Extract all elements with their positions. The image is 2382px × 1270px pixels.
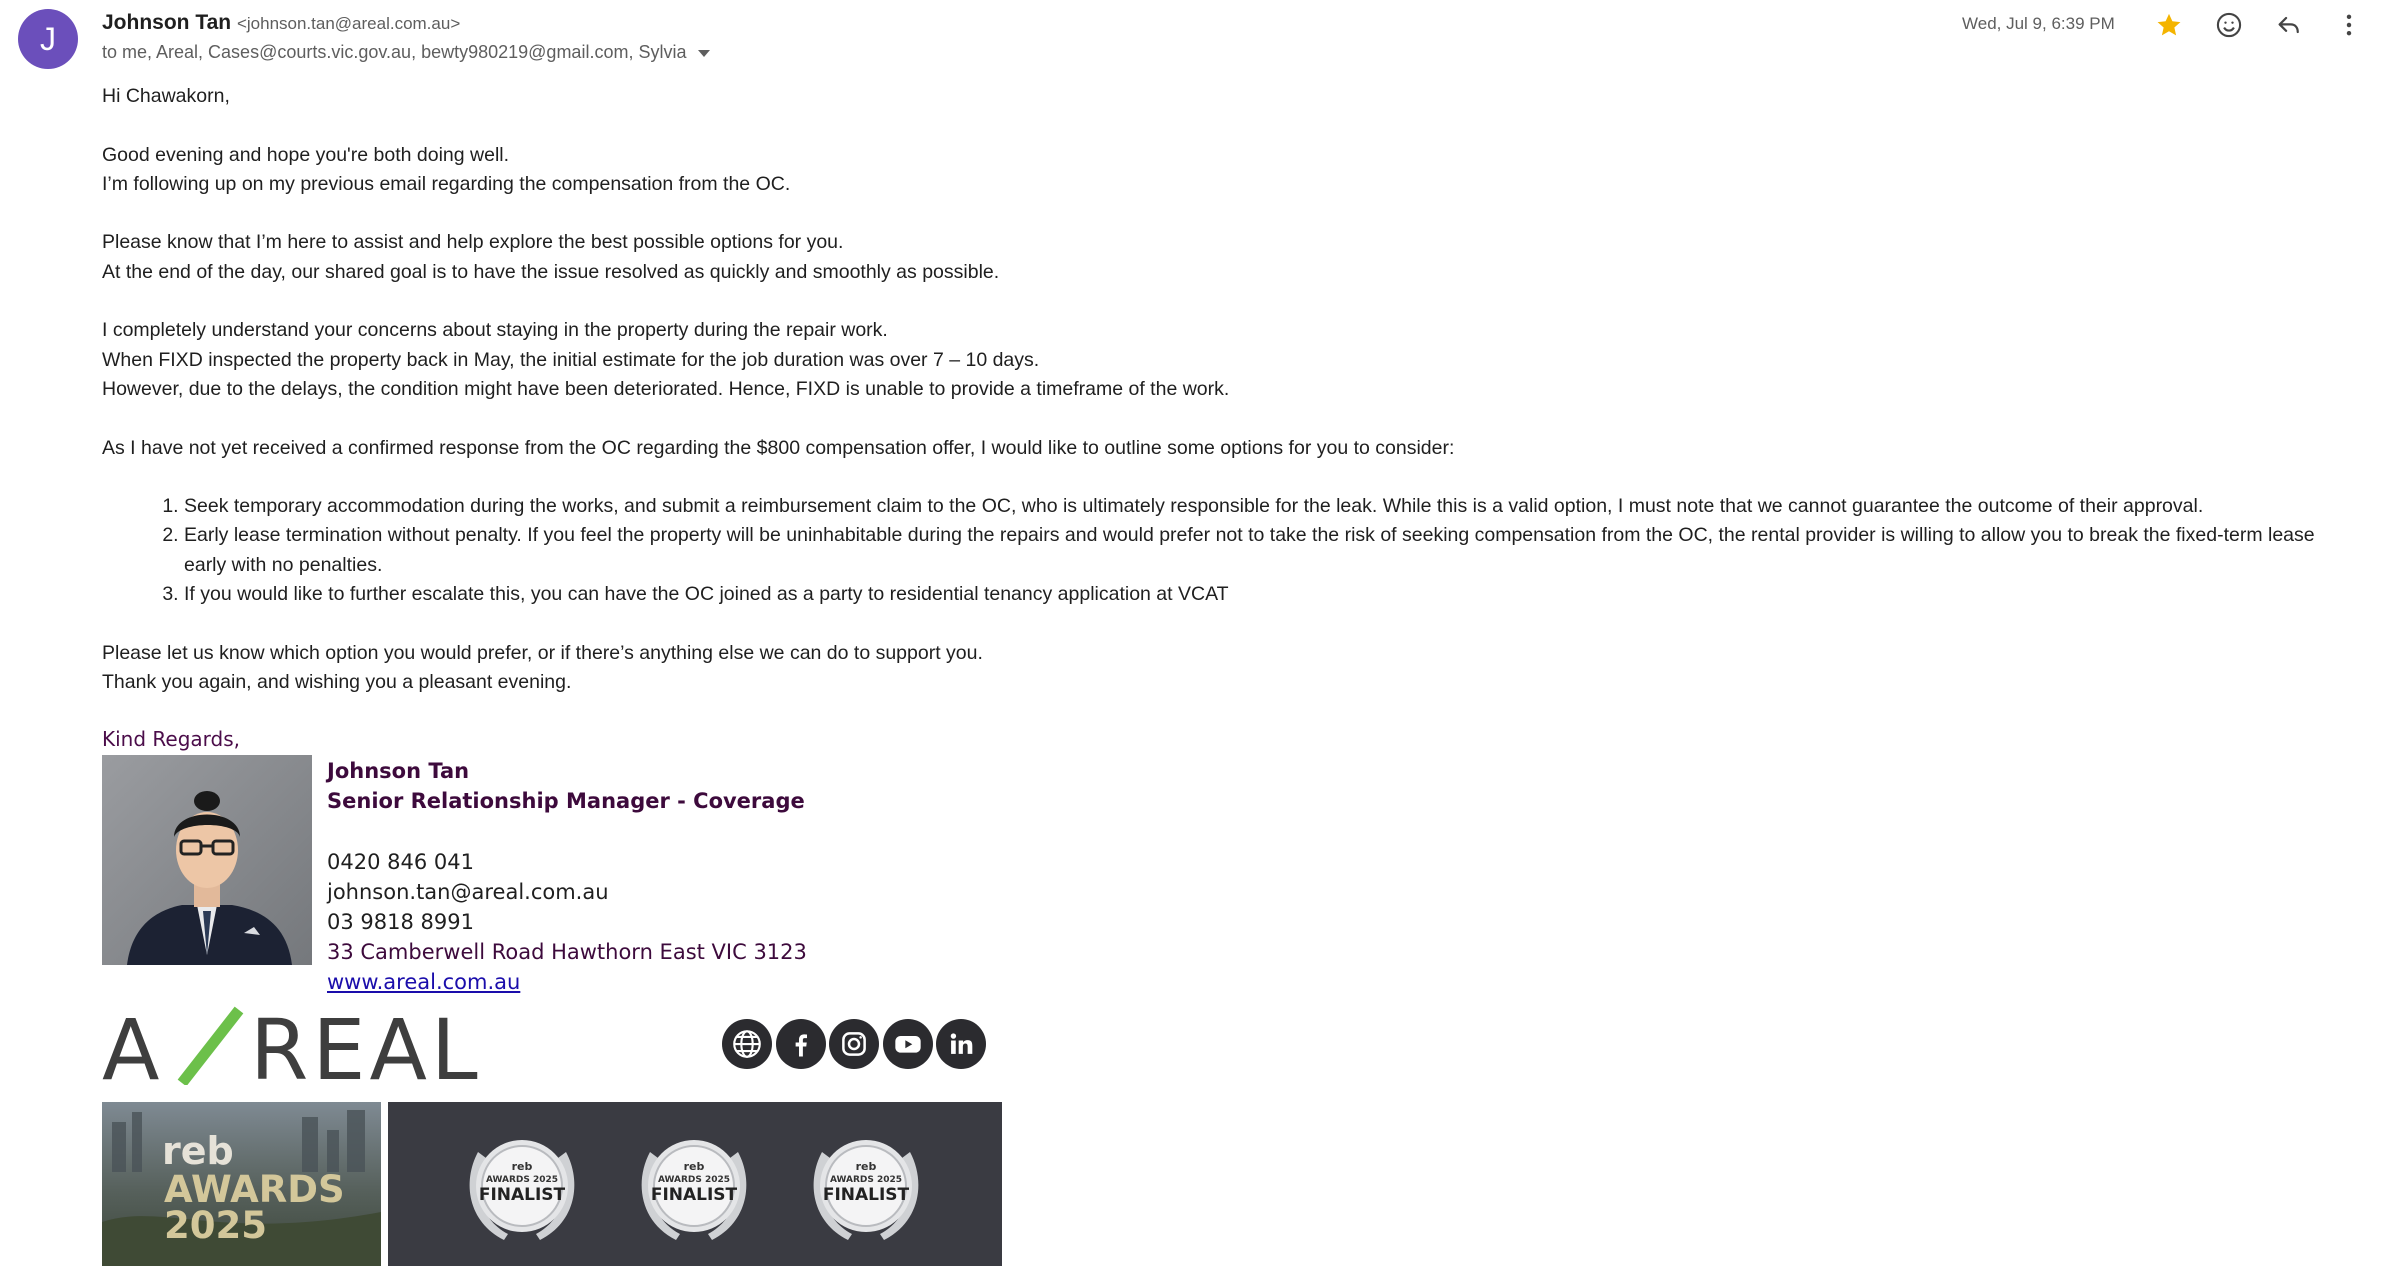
body-line: Good evening and hope you're both doing … [102, 143, 510, 166]
medal-text-finalist: FINALIST [823, 1185, 910, 1205]
medal-text-finalist: FINALIST [651, 1185, 738, 1205]
signature-details: Johnson Tan Senior Relationship Manager … [327, 756, 807, 998]
body-line: At the end of the day, our shared goal i… [102, 260, 1000, 283]
signature-mobile[interactable]: 0420 846 041 [327, 847, 807, 877]
signature-phone[interactable]: 03 9818 8991 [327, 907, 807, 937]
finalist-medal: reb AWARDS 2025 FINALIST [813, 1140, 919, 1240]
list-item: Seek temporary accommodation during the … [184, 492, 2362, 521]
medal-text-reb: reb [856, 1160, 877, 1173]
more-options-icon[interactable] [2332, 8, 2366, 42]
body-line: However, due to the delays, the conditio… [102, 377, 1230, 400]
medal-text-awards: AWARDS 2025 [658, 1175, 730, 1185]
signature-email[interactable]: johnson.tan@areal.com.au [327, 877, 807, 907]
body-line: Please know that I’m here to assist and … [102, 231, 844, 254]
sender-email: <johnson.tan@areal.com.au> [236, 14, 461, 33]
globe-icon[interactable] [722, 1019, 772, 1069]
body-line: As I have not yet received a confirmed r… [102, 436, 1455, 459]
medal-text-finalist: FINALIST [479, 1185, 566, 1205]
reb-awards-banner: reb AWARDS 2025 [102, 1102, 381, 1266]
body-line: I’m following up on my previous email re… [102, 172, 791, 195]
facebook-icon[interactable] [776, 1019, 826, 1069]
awards-text-reb: reb [162, 1129, 234, 1173]
recipients-text: to me, Areal, Cases@courts.vic.gov.au, b… [102, 42, 687, 62]
options-list: Seek temporary accommodation during the … [102, 492, 2362, 609]
greeting: Hi Chawakorn, [102, 85, 230, 107]
body-line: Please let us know which option you woul… [102, 641, 983, 664]
body-line: Thank you again, and wishing you a pleas… [102, 670, 572, 693]
linkedin-icon[interactable] [936, 1019, 986, 1069]
signature-address: 33 Camberwell Road Hawthorn East VIC 312… [327, 940, 807, 965]
youtube-icon[interactable] [883, 1019, 933, 1069]
message-date: Wed, Jul 9, 6:39 PM [1962, 14, 2115, 33]
logo-text-real: REAL [250, 1005, 482, 1085]
areal-logo: A REAL [102, 1005, 482, 1085]
signature-name: Johnson Tan [327, 759, 470, 783]
signature-regards: Kind Regards, [102, 727, 240, 751]
recipients-line[interactable]: to me, Areal, Cases@courts.vic.gov.au, b… [102, 42, 711, 63]
logo-text-a: A [102, 1005, 159, 1085]
signature-photo [102, 755, 312, 965]
emoji-reaction-icon[interactable] [2212, 8, 2246, 42]
body-line: When FIXD inspected the property back in… [102, 348, 1040, 371]
reply-icon[interactable] [2272, 8, 2306, 42]
finalist-medal: reb AWARDS 2025 FINALIST [469, 1140, 575, 1240]
finalist-medals-panel: reb AWARDS 2025 FINALIST reb AWARDS 2025… [388, 1102, 1002, 1266]
finalist-medal: reb AWARDS 2025 FINALIST [641, 1140, 747, 1240]
instagram-icon[interactable] [829, 1019, 879, 1069]
awards-text-year: 2025 [164, 1204, 267, 1247]
medal-text-awards: AWARDS 2025 [830, 1175, 902, 1185]
star-icon[interactable] [2152, 8, 2186, 42]
list-item: If you would like to further escalate th… [184, 580, 2362, 609]
signature-title: Senior Relationship Manager - Coverage [327, 789, 805, 814]
sender-name[interactable]: Johnson Tan [102, 11, 231, 34]
medal-text-reb: reb [512, 1160, 533, 1173]
medal-text-reb: reb [684, 1160, 705, 1173]
sender-line: Johnson Tan <johnson.tan@areal.com.au> [102, 11, 460, 35]
chevron-down-icon[interactable] [698, 50, 711, 57]
body-line: I completely understand your concerns ab… [102, 319, 888, 342]
medal-text-awards: AWARDS 2025 [486, 1175, 558, 1185]
message-body: Hi Chawakorn, Good evening and hope you'… [102, 82, 2362, 697]
avatar-letter: J [40, 20, 56, 57]
signature-website-link[interactable]: www.areal.com.au [327, 967, 807, 997]
list-item: Early lease termination without penalty.… [184, 521, 2362, 580]
sender-avatar[interactable]: J [18, 9, 78, 69]
